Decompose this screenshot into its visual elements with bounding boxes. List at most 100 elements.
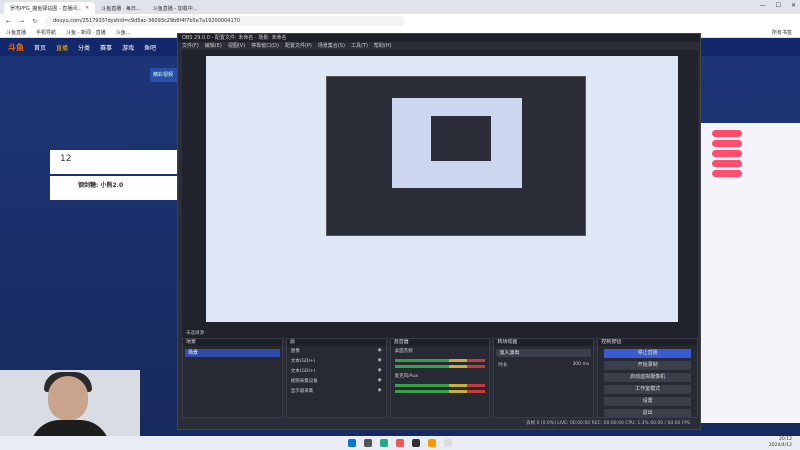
nav-item[interactable]: 赛事 — [100, 43, 112, 52]
nav-item[interactable]: 首页 — [34, 43, 46, 52]
bookmark[interactable]: 斗鱼 - 新闻 · 直播 — [66, 29, 106, 36]
gift-pill[interactable] — [712, 170, 742, 177]
host-card: 钢剑糖: 小熊2.0 — [50, 176, 180, 200]
source-item[interactable]: 图像 ◉ — [287, 346, 386, 356]
obs-docks: 场景 场景 源 图像 ◉ 文本(GDI+) ◉ 文本(GDI+) ◉ 视频采集设备 ◉ … — [182, 338, 698, 418]
banner[interactable]: 精彩视频 — [150, 68, 180, 82]
app-icon[interactable] — [396, 439, 404, 447]
maximize-icon[interactable]: ☐ — [776, 2, 781, 9]
exit-button[interactable]: 退出 — [604, 409, 691, 417]
channel-label: 麦克风/Aux — [394, 374, 419, 379]
scene-item[interactable]: 场景 — [185, 349, 280, 357]
menu-item[interactable]: 停靠窗口(D) — [251, 42, 279, 50]
audio-meter — [394, 390, 486, 393]
audio-meter — [394, 365, 486, 368]
gift-pill[interactable] — [712, 160, 742, 167]
source-item[interactable]: 文本(GDI+) ◉ — [287, 356, 386, 366]
dock-title: 混音器 — [390, 339, 490, 346]
menu-item[interactable]: 视图(V) — [228, 42, 245, 50]
audio-meter — [394, 359, 486, 362]
nav-item[interactable]: 游戏 — [122, 43, 134, 52]
close-icon[interactable]: ✕ — [85, 5, 89, 11]
menu-item[interactable]: 编辑(E) — [205, 42, 222, 50]
duration-row: 时长 300 ms — [494, 360, 593, 370]
nav-item[interactable]: 分类 — [78, 43, 90, 52]
close-icon[interactable]: ✕ — [791, 2, 796, 9]
eye-icon[interactable]: ◉ — [378, 368, 382, 374]
source-toolbar: 未选择源 — [182, 330, 698, 338]
start-icon[interactable] — [348, 439, 356, 447]
menu-item[interactable]: 文件(F) — [182, 42, 199, 50]
start-recording-button[interactable]: 开始录制 — [604, 361, 691, 370]
controls-dock: 控制按钮 停止直播 开始录制 启动虚拟摄像机 工作室模式 设置 退出 — [597, 338, 698, 418]
bookmark[interactable]: 斗鱼... — [116, 29, 131, 36]
duration-input[interactable]: 300 ms — [572, 362, 589, 368]
gift-pill[interactable] — [712, 140, 742, 147]
sources-dock: 源 图像 ◉ 文本(GDI+) ◉ 文本(GDI+) ◉ 视频采集设备 ◉ 显示器采集 ◉ — [285, 338, 387, 418]
gift-pill[interactable] — [712, 150, 742, 157]
studio-mode-button[interactable]: 工作室模式 — [604, 385, 691, 394]
browser-tab-bar: 罗杰PFG_魔鱼驿站图 - 直播间... ✕ 斗鱼直播 · 每日... 斗鱼直播 … — [0, 0, 800, 14]
source-label: 显示器采集 — [290, 389, 314, 394]
transition-select[interactable]: 淡入淡出 — [496, 349, 592, 357]
site-logo[interactable]: 斗鱼 — [8, 42, 24, 53]
mixer-dock: 混音器 桌面音频 麦克风/Aux — [389, 338, 491, 418]
bookmark[interactable]: 手机导航 — [36, 29, 56, 36]
source-item[interactable]: 显示器采集 ◉ — [287, 386, 386, 396]
eye-icon[interactable]: ◉ — [378, 348, 382, 354]
eye-icon[interactable]: ◉ — [378, 358, 382, 364]
dock-title: 控制按钮 — [598, 339, 697, 346]
nav-item[interactable]: 直播 — [56, 43, 68, 52]
obs-title: OBS 29.0.0 - 配置文件: 未命名 - 场景: 未命名 — [178, 34, 700, 42]
scenes-dock: 场景 场景 — [182, 338, 283, 418]
clock-date: 2024/4/12 — [768, 443, 792, 448]
webcam-face — [48, 376, 88, 421]
menu-item[interactable]: 场景集合(S) — [318, 42, 345, 50]
url-field[interactable]: douyu.com/2517933?dyshid=c9d5ac-36093c29… — [45, 16, 406, 26]
right-sidebar — [700, 123, 800, 423]
mixer-channel: 麦克风/Aux — [391, 371, 490, 381]
reload-icon[interactable]: ↻ — [32, 18, 37, 25]
nav-item[interactable]: 鱼吧 — [144, 43, 156, 52]
search-icon[interactable] — [364, 439, 372, 447]
taskbar — [0, 436, 800, 450]
obs-preview[interactable] — [182, 50, 698, 330]
menu-item[interactable]: 帮助(H) — [374, 42, 392, 50]
stat-number: 12 — [60, 154, 72, 164]
nested-obs-inner — [431, 116, 491, 161]
obs-menu: 文件(F) 编辑(E) 视图(V) 停靠窗口(D) 配置文件(P) 场景集合(S… — [178, 42, 700, 50]
obs-window: OBS 29.0.0 - 配置文件: 未命名 - 场景: 未命名 文件(F) 编… — [177, 33, 701, 430]
stop-streaming-button[interactable]: 停止直播 — [604, 349, 691, 358]
mixer-channel: 桌面音频 — [391, 346, 490, 356]
eye-icon[interactable]: ◉ — [378, 388, 382, 394]
dock-title: 转场动画 — [494, 339, 594, 346]
bookmark[interactable]: 斗鱼直播 — [6, 29, 26, 36]
eye-icon[interactable]: ◉ — [378, 378, 382, 384]
obs-icon[interactable] — [412, 439, 420, 447]
menu-item[interactable]: 配置文件(P) — [285, 42, 312, 50]
source-label: 文本(GDI+) — [290, 359, 316, 364]
browser-tab[interactable]: 斗鱼直播 - 加载中... — [147, 2, 204, 14]
app-icon[interactable] — [428, 439, 436, 447]
browser-tab[interactable]: 斗鱼直播 · 每日... — [95, 2, 147, 14]
browser-icon[interactable] — [380, 439, 388, 447]
app-icon[interactable] — [444, 439, 452, 447]
address-bar: ← → ↻ douyu.com/2517933?dyshid=c9d5ac-36… — [0, 14, 800, 28]
menu-item[interactable]: 工具(T) — [351, 42, 368, 50]
duration-label: 时长 — [498, 363, 508, 368]
source-item[interactable]: 文本(GDI+) ◉ — [287, 366, 386, 376]
browser-tab[interactable]: 罗杰PFG_魔鱼驿站图 - 直播间... ✕ — [4, 2, 96, 14]
source-item[interactable]: 视频采集设备 ◉ — [287, 376, 386, 386]
back-icon[interactable]: ← — [6, 18, 11, 25]
taskbar-clock: 20:12 2024/4/12 — [769, 437, 792, 449]
tab-label: 斗鱼直播 - 加载中... — [152, 5, 198, 12]
virtual-camera-button[interactable]: 启动虚拟摄像机 — [604, 373, 691, 382]
source-label: 视频采集设备 — [290, 379, 318, 384]
forward-icon[interactable]: → — [19, 18, 24, 25]
bookmark[interactable]: 所有书签 — [772, 29, 792, 36]
minimize-icon[interactable]: — — [760, 2, 766, 9]
gift-pill[interactable] — [712, 130, 742, 137]
stats-card: 12 — [50, 150, 180, 174]
settings-button[interactable]: 设置 — [604, 397, 691, 406]
dock-title: 场景 — [183, 339, 282, 346]
